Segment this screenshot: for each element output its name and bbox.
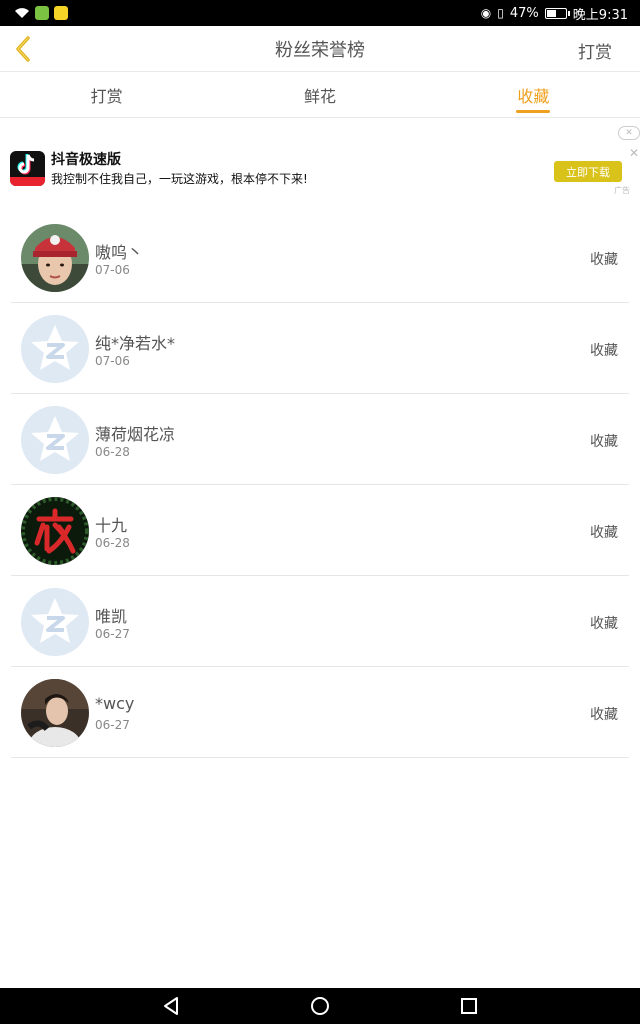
nav-back-button[interactable]: [159, 994, 183, 1018]
tab-active-indicator: [516, 110, 551, 113]
vibrate-icon: ▯: [497, 6, 504, 20]
list-item[interactable]: 嗷呜丶 07-06 收藏: [0, 212, 640, 303]
header: 粉丝荣誉榜 打赏: [0, 26, 640, 72]
fan-name: 薄荷烟花凉: [95, 425, 176, 444]
fan-date: 07-06: [95, 354, 130, 368]
action-label: 收藏: [590, 707, 618, 723]
app-notification-icon: [35, 6, 49, 20]
ad-banner[interactable]: 抖音极速版 我控制不住我自己，一玩这游戏，根本停不下来! 立即下载 ✕ ✕ 广告: [0, 118, 640, 200]
reward-button[interactable]: 打赏: [578, 38, 612, 63]
tab-label: 打赏: [90, 86, 123, 106]
fan-name: *wcy: [95, 694, 135, 713]
avatar[interactable]: [21, 497, 89, 565]
fan-date: 06-27: [95, 627, 130, 641]
ad-description: 我控制不住我自己，一玩这游戏，根本停不下来!: [51, 172, 308, 186]
list-item[interactable]: 唯凯 06-27 收藏: [0, 576, 640, 667]
avatar[interactable]: [21, 406, 89, 474]
avatar[interactable]: [21, 588, 89, 656]
list-item[interactable]: 十九 06-28 收藏: [0, 485, 640, 576]
status-right: ◉ ▯ 47% 晚上9:31: [481, 4, 628, 23]
fan-name: 十九: [95, 516, 128, 535]
action-label: 收藏: [590, 434, 618, 450]
fan-name: 唯凯: [95, 607, 128, 626]
ad-close-icon[interactable]: ✕: [618, 126, 640, 140]
system-nav-bar: [0, 988, 640, 1024]
download-button[interactable]: 立即下载: [554, 161, 622, 182]
battery-icon: [544, 7, 570, 19]
fan-name: 嗷呜丶: [95, 243, 144, 262]
back-button[interactable]: [8, 34, 38, 64]
tab-bar: 打赏 鲜花 收藏: [0, 72, 640, 118]
wifi-icon: [15, 8, 29, 18]
ad-label: 广告: [614, 186, 630, 195]
fan-name: 纯*净若水*: [95, 334, 176, 353]
douyin-logo-icon: [10, 151, 45, 186]
fan-date: 06-27: [95, 718, 130, 732]
chevron-left-icon: [16, 36, 30, 62]
nav-home-button[interactable]: [308, 994, 332, 1018]
nav-recents-button[interactable]: [457, 994, 481, 1018]
battery-percent: 47%: [509, 5, 539, 21]
app-notification-icon-2: [54, 6, 68, 20]
tab-reward[interactable]: 打赏: [0, 72, 213, 117]
fan-list: 嗷呜丶 07-06 收藏 纯*净若水* 07-06 收藏 薄荷烟花凉 06-28…: [0, 212, 640, 758]
avatar[interactable]: [21, 679, 89, 747]
action-label: 收藏: [590, 525, 618, 541]
avatar[interactable]: [21, 224, 89, 292]
list-item[interactable]: 薄荷烟花凉 06-28 收藏: [0, 394, 640, 485]
square-recents-icon: [461, 998, 477, 1014]
action-label: 收藏: [590, 252, 618, 268]
page-title: 粉丝荣誉榜: [275, 39, 365, 61]
clock: 晚上9:31: [572, 7, 628, 23]
avatar[interactable]: [21, 315, 89, 383]
triangle-back-icon: [164, 997, 178, 1015]
divider: [11, 757, 629, 758]
tab-label: 鲜花: [303, 86, 336, 106]
list-item[interactable]: 纯*净若水* 07-06 收藏: [0, 303, 640, 394]
tab-label: 收藏: [517, 86, 550, 106]
fan-date: 06-28: [95, 445, 130, 459]
tab-flowers[interactable]: 鲜花: [213, 72, 426, 117]
action-label: 收藏: [590, 616, 618, 632]
action-label: 收藏: [590, 343, 618, 359]
ad-app-name: 抖音极速版: [51, 152, 121, 168]
fan-date: 07-06: [95, 263, 130, 277]
list-item[interactable]: *wcy 06-27 收藏: [0, 667, 640, 758]
tab-favorites[interactable]: 收藏: [427, 72, 640, 117]
eye-icon: ◉: [480, 6, 492, 20]
status-bar: ◉ ▯ 47% 晚上9:31: [0, 0, 640, 26]
fan-date: 06-28: [95, 536, 130, 550]
circle-home-icon: [311, 997, 329, 1015]
status-left: [14, 6, 68, 20]
ad-dismiss-icon[interactable]: ✕: [629, 146, 639, 160]
